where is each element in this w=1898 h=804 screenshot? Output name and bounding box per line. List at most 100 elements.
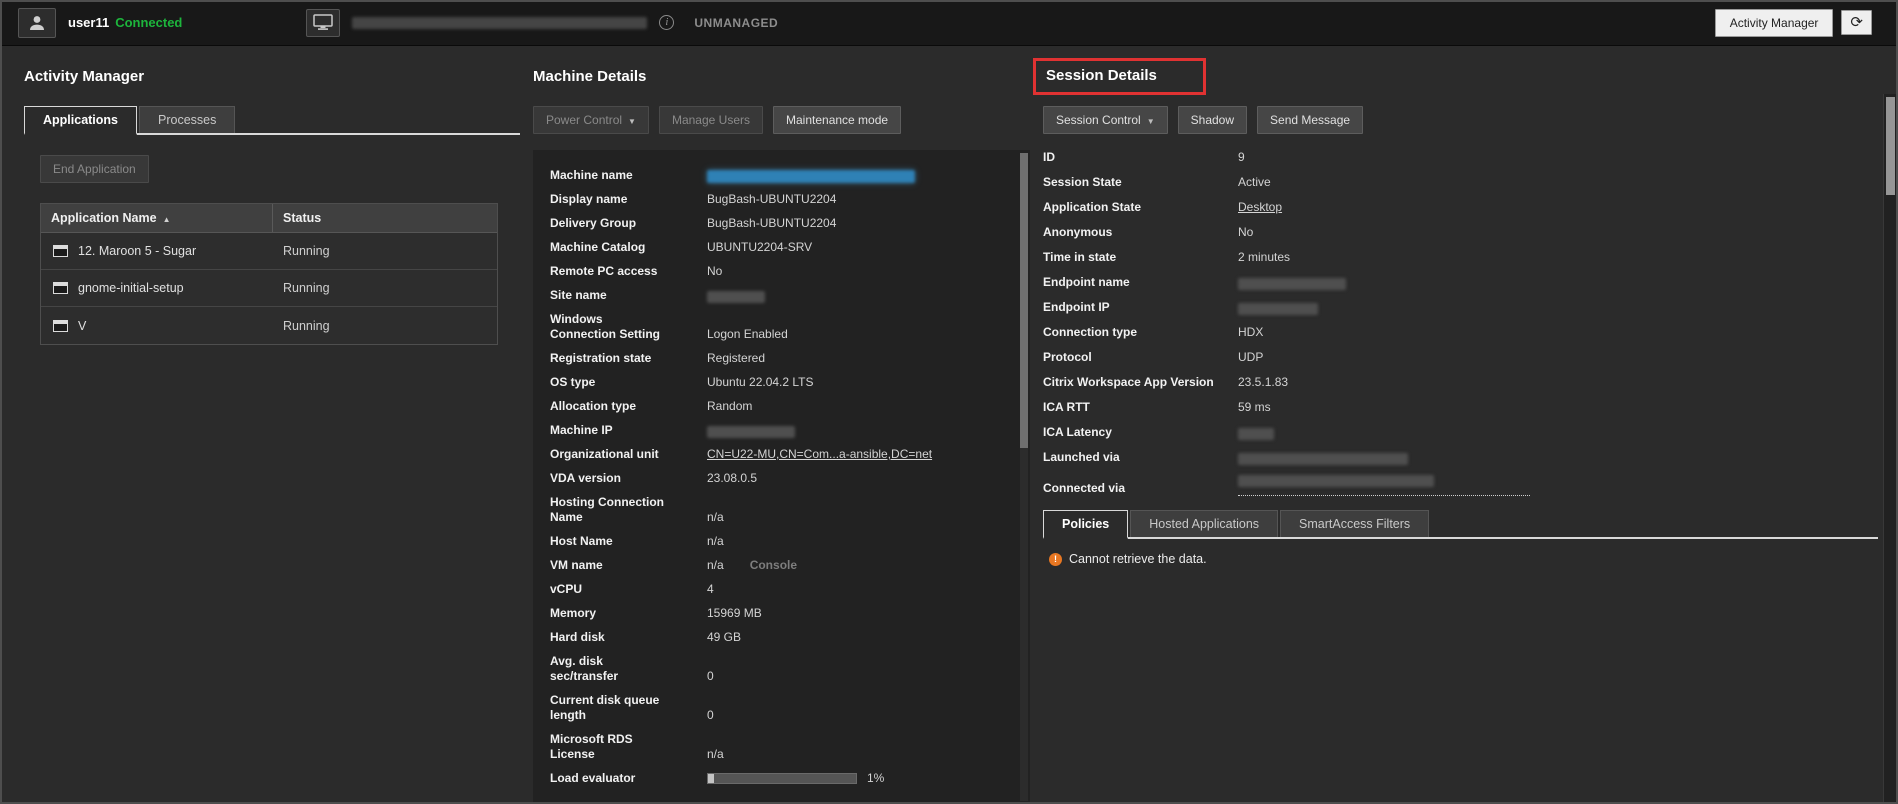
detail-label: Machine name — [550, 168, 707, 183]
redacted-site-name — [707, 291, 765, 303]
column-header-application-name[interactable]: Application Name▲ — [41, 204, 273, 232]
table-row[interactable]: V Running — [41, 307, 497, 344]
application-window-icon — [53, 245, 68, 257]
organizational-unit-link[interactable]: CN=U22-MU,CN=Com...a-ansible,DC=net — [707, 447, 932, 462]
detail-label: Load evaluator — [550, 771, 707, 786]
detail-label: Allocation type — [550, 399, 707, 414]
shadow-button[interactable]: Shadow — [1178, 106, 1247, 134]
session-detail-row: Connection type HDX — [1043, 325, 1878, 340]
application-name: V — [78, 319, 86, 333]
load-evaluator-bar — [707, 773, 857, 784]
refresh-button[interactable]: ⟳ — [1841, 10, 1872, 35]
detail-label: Display name — [550, 192, 707, 207]
maintenance-mode-button[interactable]: Maintenance mode — [773, 106, 901, 134]
detail-label: Avg. disk sec/transfer — [550, 654, 707, 684]
end-application-button[interactable]: End Application — [40, 155, 149, 183]
machine-detail-row: vCPU 4 — [550, 582, 1010, 597]
machine-detail-row: Host Name n/a — [550, 534, 1010, 549]
detail-label: ICA Latency — [1043, 425, 1238, 440]
machine-details-panel: Machine Details Power Control▼ Manage Us… — [533, 56, 1030, 804]
machine-detail-row: Avg. disk sec/transfer 0 — [550, 654, 1010, 684]
tab-hosted-applications[interactable]: Hosted Applications — [1130, 510, 1278, 537]
detail-label: ICA RTT — [1043, 400, 1238, 415]
person-glyph — [27, 13, 47, 33]
session-details-list: ID 9 Session State Active Application St… — [1043, 150, 1878, 496]
session-detail-row: Application State Desktop — [1043, 200, 1878, 215]
console-link[interactable]: Console — [750, 558, 797, 573]
tab-smartaccess-filters[interactable]: SmartAccess Filters — [1280, 510, 1429, 537]
detail-value: 0 — [707, 708, 714, 723]
chevron-down-icon: ▼ — [628, 117, 636, 126]
main-content: Activity Manager Applications Processes … — [0, 46, 1898, 804]
activity-manager-button[interactable]: Activity Manager — [1715, 9, 1834, 37]
info-icon[interactable]: i — [659, 15, 674, 30]
detail-value: Active — [1238, 175, 1271, 190]
table-row[interactable]: gnome-initial-setup Running — [41, 270, 497, 307]
applications-table: Application Name▲ Status 12. Maroon 5 - … — [40, 203, 498, 345]
detail-label: Application State — [1043, 200, 1238, 215]
activity-tabstrip: Applications Processes — [24, 106, 520, 135]
detail-label: Registration state — [550, 351, 707, 366]
detail-label: Remote PC access — [550, 264, 707, 279]
session-detail-row: Connected via — [1043, 475, 1878, 496]
detail-label: Anonymous — [1043, 225, 1238, 240]
application-name: gnome-initial-setup — [78, 281, 184, 295]
detail-label: Connected via — [1043, 481, 1238, 496]
user-icon — [18, 8, 56, 38]
page-scrollbar[interactable] — [1883, 94, 1896, 802]
redacted-endpoint-ip — [1238, 303, 1318, 315]
application-status: Running — [273, 281, 497, 295]
table-row[interactable]: 12. Maroon 5 - Sugar Running — [41, 233, 497, 270]
tab-processes[interactable]: Processes — [139, 106, 235, 133]
redacted-launched-via — [1238, 453, 1408, 465]
machine-detail-row: Organizational unit CN=U22-MU,CN=Com...a… — [550, 447, 1010, 462]
session-detail-row: Protocol UDP — [1043, 350, 1878, 365]
power-control-button[interactable]: Power Control▼ — [533, 106, 649, 134]
detail-label: VM name — [550, 558, 707, 573]
column-header-status[interactable]: Status — [273, 204, 497, 232]
detail-label: Session State — [1043, 175, 1238, 190]
redacted-machine-name-link[interactable] — [707, 170, 915, 183]
detail-value: n/a — [707, 510, 724, 525]
detail-value: 59 ms — [1238, 400, 1271, 415]
topbar: user11Connected i UNMANAGED Activity Man… — [0, 0, 1898, 46]
detail-value: 15969 MB — [707, 606, 762, 621]
detail-value: No — [1238, 225, 1253, 240]
machine-detail-row: Hosting Connection Name n/a — [550, 495, 1010, 525]
page-scrollbar-thumb[interactable] — [1886, 97, 1895, 195]
detail-label: OS type — [550, 375, 707, 390]
application-state-link[interactable]: Desktop — [1238, 200, 1282, 215]
detail-value: 49 GB — [707, 630, 741, 645]
machine-detail-row: Hard disk 49 GB — [550, 630, 1010, 645]
tab-policies[interactable]: Policies — [1043, 510, 1128, 539]
detail-value: Ubuntu 22.04.2 LTS — [707, 375, 814, 390]
manage-users-button[interactable]: Manage Users — [659, 106, 763, 134]
error-message: Cannot retrieve the data. — [1069, 552, 1207, 566]
detail-value: BugBash-UBUNTU2204 — [707, 216, 836, 231]
session-detail-row: Citrix Workspace App Version 23.5.1.83 — [1043, 375, 1878, 390]
detail-value: UBUNTU2204-SRV — [707, 240, 812, 255]
machine-pane-scrollbar-thumb[interactable] — [1020, 153, 1028, 448]
session-details-panel: Session Details Session Control▼ Shadow … — [1043, 56, 1878, 566]
detail-label: Machine Catalog — [550, 240, 707, 255]
machine-details-title: Machine Details — [533, 68, 646, 85]
machine-detail-row: Machine IP — [550, 423, 1010, 438]
session-control-button[interactable]: Session Control▼ — [1043, 106, 1168, 134]
detail-value: HDX — [1238, 325, 1263, 340]
activity-manager-panel: Activity Manager Applications Processes … — [24, 56, 520, 345]
redacted-machine-ip — [707, 426, 795, 438]
machine-detail-row: VM name n/a Console — [550, 558, 1010, 573]
detail-label: Protocol — [1043, 350, 1238, 365]
machine-detail-row: Allocation type Random — [550, 399, 1010, 414]
detail-value: 2 minutes — [1238, 250, 1290, 265]
send-message-button[interactable]: Send Message — [1257, 106, 1363, 134]
machine-details-pane: Machine name Display name BugBash-UBUNTU… — [533, 150, 1030, 804]
machine-pane-scrollbar[interactable] — [1020, 153, 1028, 801]
detail-label: Hosting Connection Name — [550, 495, 707, 525]
detail-label: Connection type — [1043, 325, 1238, 340]
session-detail-row: Session State Active — [1043, 175, 1878, 190]
tab-applications[interactable]: Applications — [24, 106, 137, 135]
machine-detail-row: Current disk queue length 0 — [550, 693, 1010, 723]
machine-detail-row: OS type Ubuntu 22.04.2 LTS — [550, 375, 1010, 390]
button-label: Session Control — [1056, 113, 1141, 127]
